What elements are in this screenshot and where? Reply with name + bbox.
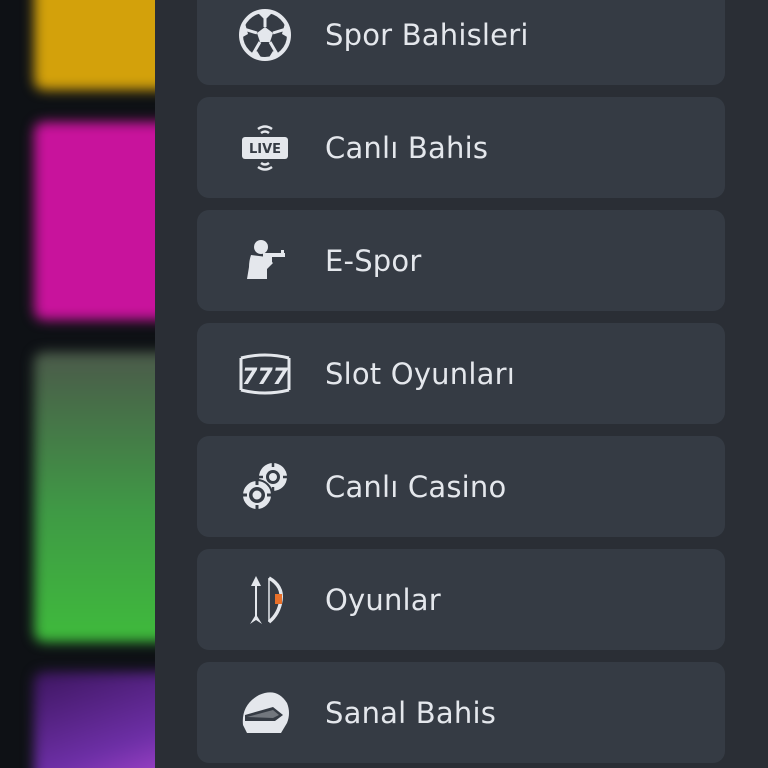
menu-item-sanal-bahis[interactable]: Sanal Bahis — [197, 662, 725, 763]
soccer-ball-icon — [237, 7, 293, 63]
esports-soldier-icon — [237, 233, 293, 289]
menu-item-label: Spor Bahisleri — [325, 17, 529, 52]
menu-item-label: E-Spor — [325, 243, 422, 278]
menu-item-label: Canlı Casino — [325, 469, 507, 504]
casino-chips-icon — [237, 459, 293, 515]
menu-item-oyunlar[interactable]: Oyunlar — [197, 549, 725, 650]
menu-item-label: Sanal Bahis — [325, 695, 497, 730]
slot-777-icon: 777 — [237, 346, 293, 402]
racing-helmet-icon — [237, 685, 293, 741]
slot-icon-text: 777 — [242, 365, 289, 390]
menu-item-spor-bahisleri[interactable]: Spor Bahisleri — [197, 0, 725, 85]
menu-item-label: Oyunlar — [325, 582, 441, 617]
menu-item-e-spor[interactable]: E-Spor — [197, 210, 725, 311]
menu-item-label: Canlı Bahis — [325, 130, 489, 165]
menu-item-canli-bahis[interactable]: LIVE Canlı Bahis — [197, 97, 725, 198]
live-icon-text: LIVE — [249, 142, 281, 157]
bow-arrow-icon — [237, 572, 293, 628]
live-tv-icon: LIVE — [237, 120, 293, 176]
menu-item-canli-casino[interactable]: Canlı Casino — [197, 436, 725, 537]
menu-item-slot-oyunlari[interactable]: 777 Slot Oyunları — [197, 323, 725, 424]
menu-item-label: Slot Oyunları — [325, 356, 515, 391]
side-menu-drawer: Spor Bahisleri LIVE Canlı Bahis E-Spor 7… — [155, 0, 768, 768]
